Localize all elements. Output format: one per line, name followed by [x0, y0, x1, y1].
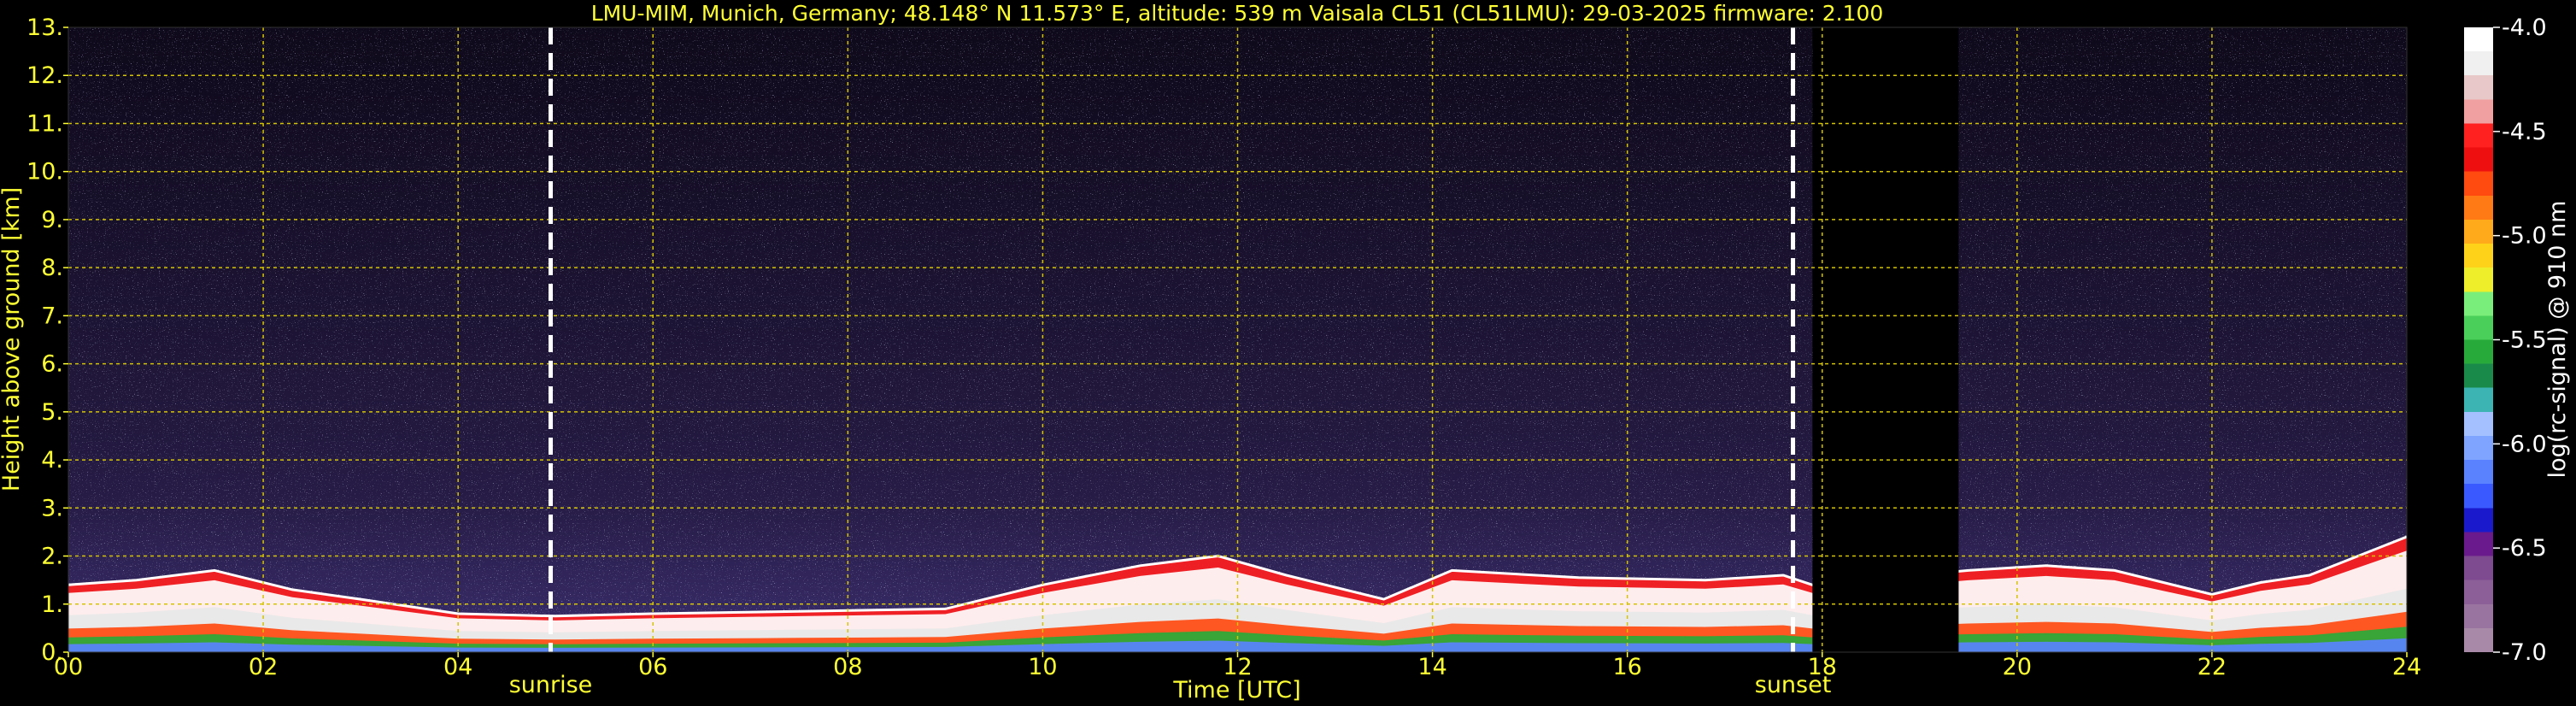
y-axis-label: Height above ground [km]: [0, 187, 25, 491]
x-tick-label: 24: [2392, 654, 2421, 680]
colorbar: -4.0 -4.5 -5.0 -5.5 -6.0 -6.5 -7.0 log(rc-sign…: [2464, 15, 2571, 666]
y-tick-label: 9.: [41, 207, 63, 233]
data-gaps: [1812, 27, 1959, 652]
y-axis: 0. 1. 2. 3. 4. 5. 6. 7. 8. 9. 10. 11. 12. 13.: [26, 15, 68, 666]
y-tick-label: 10.: [26, 159, 63, 185]
colorbar-tick-label: -5.5: [2502, 327, 2547, 354]
colorbar-ticks: -4.0 -4.5 -5.0 -5.5 -6.0 -6.5 -7.0: [2493, 15, 2547, 666]
y-tick-label: 13.: [26, 15, 63, 41]
colorbar-tick-label: -6.0: [2502, 431, 2547, 457]
colorbar-label: log(rc-signal) @ 910 nm: [2544, 201, 2571, 479]
y-tick-label: 0.: [41, 639, 63, 666]
colorbar-bar: [2464, 27, 2493, 652]
y-tick-label: 12.: [26, 62, 63, 89]
y-tick-label: 3.: [41, 495, 63, 521]
ceilometer-figure: LMU-MIM, Munich, Germany; 48.148° N 11.5…: [0, 1, 2571, 703]
x-tick-label: 16: [1612, 654, 1641, 680]
x-tick-label: 04: [443, 654, 472, 680]
plot-area: [68, 27, 2407, 652]
colorbar-tick-label: -5.0: [2502, 223, 2547, 250]
y-tick-label: 4.: [41, 447, 63, 474]
y-tick-label: 11.: [26, 110, 63, 137]
x-tick-label: 08: [833, 654, 862, 680]
y-tick-label: 1.: [41, 591, 63, 618]
colorbar-tick-label: -4.0: [2502, 15, 2547, 41]
x-tick-label: 02: [249, 654, 278, 680]
x-tick-label: 10: [1028, 654, 1057, 680]
y-tick-label: 2.: [41, 544, 63, 570]
speckle-noise: [68, 27, 2407, 652]
x-tick-label: 06: [638, 654, 667, 680]
x-tick-label: 14: [1417, 654, 1446, 680]
x-tick-label: 22: [2198, 654, 2227, 680]
x-axis-label: Time [UTC]: [1172, 677, 1300, 703]
x-tick-label: 20: [2003, 654, 2032, 680]
sunset-label: sunset: [1755, 672, 1832, 698]
y-tick-label: 8.: [41, 255, 63, 281]
colorbar-tick-label: -4.5: [2502, 119, 2547, 145]
chart-title: LMU-MIM, Munich, Germany; 48.148° N 11.5…: [591, 1, 1884, 26]
y-tick-label: 7.: [41, 303, 63, 329]
colorbar-tick-label: -7.0: [2502, 639, 2547, 666]
sunrise-label: sunrise: [509, 672, 593, 698]
y-tick-label: 6.: [41, 351, 63, 378]
data-gap: [1812, 27, 1959, 652]
colorbar-tick-label: -6.5: [2502, 535, 2547, 562]
y-tick-label: 5.: [41, 399, 63, 426]
